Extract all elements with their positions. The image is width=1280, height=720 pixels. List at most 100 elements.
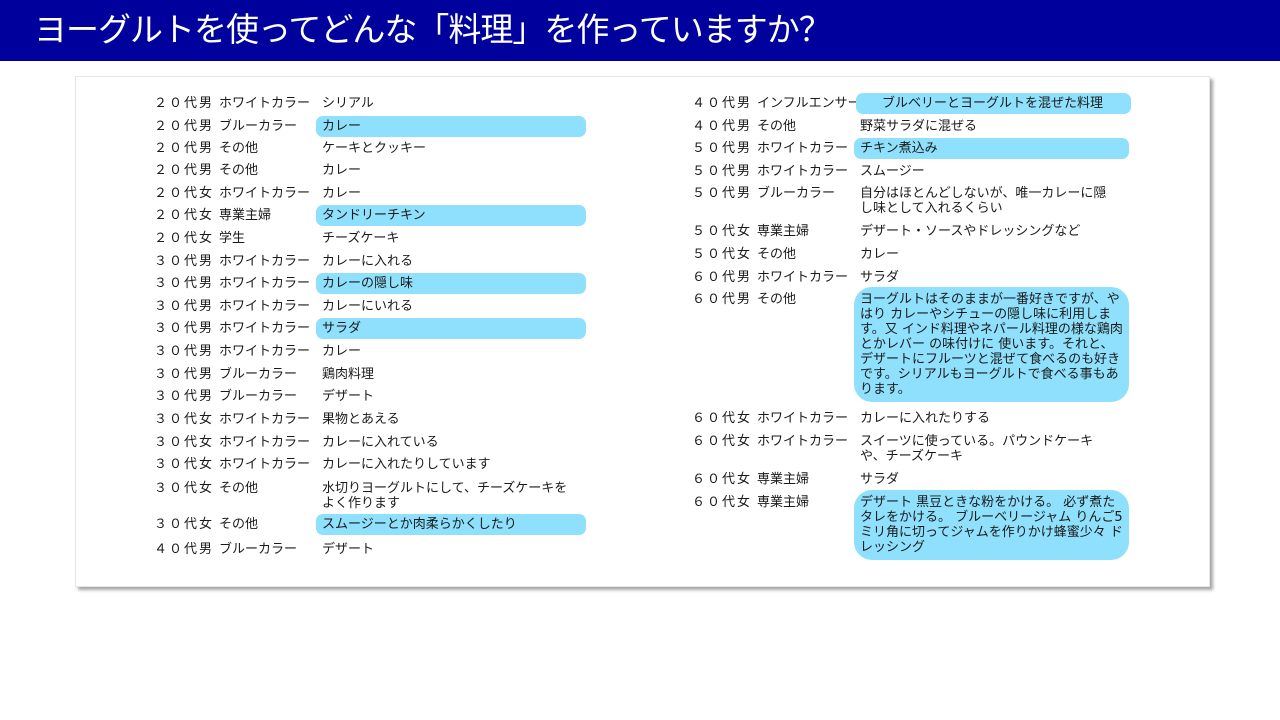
occupation-label: ホワイトカラー xyxy=(219,344,311,359)
slide-title: ヨーグルトを使ってどんな「料理」を作っていますか？ xyxy=(34,10,832,49)
occupation-label: ホワイトカラー xyxy=(219,254,311,269)
age-gender-label: ２０代男 xyxy=(154,141,215,156)
occupation-label: その他 xyxy=(219,481,259,496)
age-gender-label: ５０代女 xyxy=(692,224,753,239)
occupation-label: 専業主婦 xyxy=(757,495,810,510)
age-gender-label: ６０代男 xyxy=(692,292,753,307)
age-gender-label: ２０代女 xyxy=(154,186,215,201)
age-gender-label: ２０代女 xyxy=(154,208,215,223)
occupation-label: ブルーカラー xyxy=(219,367,298,382)
answer-text: サラダ xyxy=(860,270,900,285)
highlighted-answer: カレー xyxy=(316,116,586,137)
age-gender-label: ２０代男 xyxy=(154,96,215,111)
occupation-label: ホワイトカラー xyxy=(219,412,311,427)
age-gender-label: ３０代女 xyxy=(154,517,215,532)
answer-text: デザート xyxy=(322,389,375,404)
age-gender-label: ３０代男 xyxy=(154,367,215,382)
occupation-label: ホワイトカラー xyxy=(757,141,849,156)
answer-text: カレーに入れる xyxy=(322,254,414,269)
highlighted-answer: デザート 黒豆ときな粉をかける。 必ず煮たタレをかける。 ブルーベリージャム り… xyxy=(854,490,1129,560)
occupation-label: その他 xyxy=(219,163,259,178)
answer-text: スムージー xyxy=(860,164,925,179)
highlighted-answer: チキン煮込み xyxy=(854,138,1129,159)
age-gender-label: ５０代男 xyxy=(692,141,753,156)
occupation-label: ホワイトカラー xyxy=(219,435,311,450)
occupation-label: ホワイトカラー xyxy=(757,411,849,426)
highlighted-answer: カレーの隠し味 xyxy=(316,273,586,294)
answer-text: 果物とあえる xyxy=(322,412,400,427)
age-gender-label: ６０代女 xyxy=(692,434,753,449)
occupation-label: ブルーカラー xyxy=(219,542,298,557)
occupation-label: その他 xyxy=(757,247,797,262)
age-gender-label: ５０代男 xyxy=(692,164,753,179)
occupation-label: ホワイトカラー xyxy=(219,186,311,201)
occupation-label: 専業主婦 xyxy=(757,472,810,487)
occupation-label: その他 xyxy=(757,292,797,307)
answer-text: カレー xyxy=(322,344,362,359)
age-gender-label: ５０代女 xyxy=(692,247,753,262)
answer-text: カレー xyxy=(322,163,362,178)
occupation-label: その他 xyxy=(219,141,259,156)
occupation-label: ホワイトカラー xyxy=(219,457,311,472)
answer-text: カレー xyxy=(860,247,900,262)
answer-text: カレー xyxy=(322,186,362,201)
occupation-label: その他 xyxy=(219,517,259,532)
age-gender-label: ３０代男 xyxy=(154,276,215,291)
title-bar: ヨーグルトを使ってどんな「料理」を作っていますか？ xyxy=(0,0,1280,61)
occupation-label: ホワイトカラー xyxy=(219,276,311,291)
answer-text: ケーキとクッキー xyxy=(322,141,427,156)
highlighted-answer: タンドリーチキン xyxy=(316,205,586,226)
age-gender-label: ４０代男 xyxy=(692,119,753,134)
answer-text: デザート・ソースやドレッシングなど xyxy=(860,224,1081,239)
answer-text: サラダ xyxy=(860,472,900,487)
age-gender-label: ４０代男 xyxy=(154,542,215,557)
occupation-label: 専業主婦 xyxy=(219,208,272,223)
occupation-label: ホワイトカラー xyxy=(757,164,849,179)
age-gender-label: ３０代女 xyxy=(154,481,215,496)
occupation-label: その他 xyxy=(757,119,797,134)
answer-text: チーズケーキ xyxy=(322,231,400,246)
age-gender-label: ３０代男 xyxy=(154,344,215,359)
occupation-label: ホワイトカラー xyxy=(757,434,849,449)
age-gender-label: ３０代女 xyxy=(154,457,215,472)
age-gender-label: ５０代男 xyxy=(692,186,753,201)
occupation-label: ブルーカラー xyxy=(757,186,836,201)
answer-text: カレーに入れている xyxy=(322,435,439,450)
answer-text: カレーにいれる xyxy=(322,299,414,314)
occupation-label: 専業主婦 xyxy=(757,224,810,239)
answer-text: 自分はほとんどしないが、唯一カレーに隠し味として入れるくらい xyxy=(860,186,1107,216)
occupation-label: ブルーカラー xyxy=(219,389,298,404)
answer-text: 水切りヨーグルトにして、チーズケーキをよく作ります xyxy=(322,481,568,511)
occupation-label: ホワイトカラー xyxy=(219,321,311,336)
age-gender-label: ２０代男 xyxy=(154,119,215,134)
answer-text: スイーツに使っている。パウンドケーキや、チーズケーキ xyxy=(860,434,1094,464)
highlighted-answer: ヨーグルトはそのままが一番好きですが、やはり カレーやシチューの隠し味に利用しま… xyxy=(854,287,1129,402)
age-gender-label: ３０代男 xyxy=(154,321,215,336)
answer-text: カレーに入れたりする xyxy=(860,411,991,426)
age-gender-label: ３０代男 xyxy=(154,299,215,314)
age-gender-label: ４０代男 xyxy=(692,96,753,111)
age-gender-label: ６０代女 xyxy=(692,411,753,426)
age-gender-label: ６０代女 xyxy=(692,495,753,510)
survey-panel: ２０代男 ホワイトカラー シリアル ２０代男 ブルーカラー カレー ２０代男 その他 ケーキとク… xyxy=(75,76,1210,587)
highlighted-answer: サラダ xyxy=(316,318,586,339)
answer-text: デザート xyxy=(322,542,375,557)
answer-text: 野菜サラダに混ぜる xyxy=(860,119,978,134)
highlighted-answer: ブルベリーとヨーグルトを混ぜた料理 xyxy=(856,93,1131,114)
age-gender-label: ３０代男 xyxy=(154,254,215,269)
occupation-label: ホワイトカラー xyxy=(219,299,311,314)
occupation-label: インフルエンサー xyxy=(757,96,861,111)
answer-text: カレーに入れたりしています xyxy=(322,457,491,472)
age-gender-label: ３０代女 xyxy=(154,435,215,450)
age-gender-label: ３０代女 xyxy=(154,412,215,427)
age-gender-label: ２０代女 xyxy=(154,231,215,246)
age-gender-label: ６０代女 xyxy=(692,472,753,487)
highlighted-answer: スムージーとか肉柔らかくしたり xyxy=(316,514,586,535)
occupation-label: 学生 xyxy=(219,231,246,246)
answer-text: シリアル xyxy=(322,96,374,111)
answer-text: 鶏肉料理 xyxy=(322,367,375,382)
occupation-label: ブルーカラー xyxy=(219,119,298,134)
age-gender-label: ３０代男 xyxy=(154,389,215,404)
age-gender-label: ２０代男 xyxy=(154,163,215,178)
occupation-label: ホワイトカラー xyxy=(219,96,311,111)
